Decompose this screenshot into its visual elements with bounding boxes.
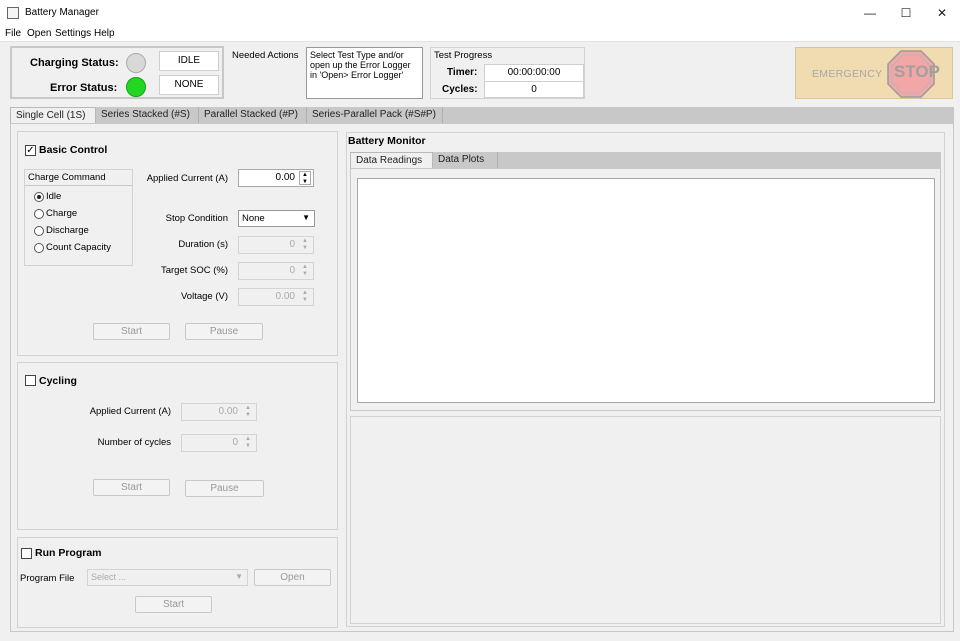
cycles-stepper-icon[interactable]: ▲ ▼ [242, 436, 254, 450]
applied-current-label: Applied Current (A) [146, 173, 228, 184]
charging-status-value: IDLE [159, 51, 219, 71]
app-icon [7, 7, 19, 19]
run-program-checkbox[interactable] [21, 548, 32, 559]
test-progress-label: Test Progress [434, 50, 493, 61]
applied-current-stepper-icon[interactable]: ▲ ▼ [299, 171, 311, 185]
duration-label: Duration (s) [178, 239, 228, 250]
target-soc-value: 0 [289, 265, 295, 276]
stop-condition-select[interactable]: None ▼ [238, 210, 315, 227]
radio-idle-label: Idle [46, 191, 62, 202]
tab-series-parallel-pack[interactable]: Series-Parallel Pack (#S#P) [307, 107, 443, 123]
open-program-button[interactable]: Open [254, 569, 331, 586]
cycling-title: Cycling [39, 375, 77, 387]
charging-status-lamp [126, 53, 146, 73]
basic-control-panel: ✓ Basic Control Charge Command Idle Char… [17, 131, 338, 356]
charge-command-group: Charge Command Idle Charge Discharge Cou… [24, 169, 133, 266]
emergency-label: EMERGENCY [812, 68, 883, 80]
cycling-start-button[interactable]: Start [93, 479, 170, 496]
voltage-stepper-icon[interactable]: ▲ ▼ [299, 290, 311, 304]
tab-single-cell[interactable]: Single Cell (1S) [10, 107, 96, 123]
needed-actions-label: Needed Actions [232, 50, 299, 61]
test-type-tab-bar: Single Cell (1S) Series Stacked (#S) Par… [10, 107, 954, 124]
monitor-tab-bar: Data Readings Data Plots [350, 152, 941, 169]
emergency-stop-button[interactable]: EMERGENCY STOP [795, 47, 953, 99]
run-program-title: Run Program [35, 547, 102, 559]
cycling-current-stepper-icon[interactable]: ▲ ▼ [242, 405, 254, 419]
radio-charge-label: Charge [46, 208, 78, 219]
tab-data-plots[interactable]: Data Plots [433, 152, 498, 168]
error-status-label: Error Status: [50, 82, 118, 94]
duration-stepper-icon[interactable]: ▲ ▼ [299, 238, 311, 252]
menu-help[interactable]: Help [94, 28, 115, 39]
target-soc-label: Target SOC (%) [160, 265, 228, 276]
chevron-down-icon: ▼ [235, 572, 243, 581]
cycling-pause-button[interactable]: Pause [185, 480, 264, 497]
close-button[interactable]: ✕ [924, 0, 960, 26]
voltage-input[interactable]: 0.00 ▲ ▼ [238, 288, 314, 306]
menu-file[interactable]: File [5, 28, 21, 39]
status-panel: Charging Status: IDLE Error Status: NONE [10, 46, 224, 99]
voltage-value: 0.00 [275, 291, 295, 302]
minimize-button[interactable]: — [852, 0, 888, 26]
stop-text: STOP [894, 62, 940, 81]
tab-data-readings[interactable]: Data Readings [350, 152, 433, 168]
basic-pause-button[interactable]: Pause [185, 323, 263, 340]
charging-status-label: Charging Status: [30, 57, 119, 69]
monitor-lower-area [350, 416, 941, 624]
error-status-value: NONE [159, 75, 219, 95]
applied-current-value: 0.00 [275, 172, 295, 183]
duration-input[interactable]: 0 ▲ ▼ [238, 236, 314, 254]
duration-value: 0 [289, 239, 295, 250]
maximize-button[interactable]: ☐ [888, 0, 924, 26]
applied-current-input[interactable]: 0.00 ▲ ▼ [238, 169, 314, 187]
target-soc-stepper-icon[interactable]: ▲ ▼ [299, 264, 311, 278]
cycling-panel: Cycling Applied Current (A) 0.00 ▲ ▼ Numb… [17, 362, 338, 530]
target-soc-input[interactable]: 0 ▲ ▼ [238, 262, 314, 280]
cycling-checkbox[interactable] [25, 375, 36, 386]
run-program-start-button[interactable]: Start [135, 596, 212, 613]
battery-monitor-title: Battery Monitor [348, 135, 426, 147]
data-readings-table [357, 178, 935, 403]
error-status-lamp [126, 77, 146, 97]
timer-label: Timer: [447, 67, 478, 78]
number-of-cycles-label: Number of cycles [97, 437, 171, 448]
voltage-label: Voltage (V) [181, 291, 228, 302]
program-file-placeholder: Select ... [91, 572, 127, 582]
program-file-label: Program File [20, 573, 75, 584]
cycles-label: Cycles: [442, 84, 478, 95]
needed-actions-text: Select Test Type and/or open up the Erro… [306, 47, 423, 99]
radio-count-capacity[interactable] [34, 243, 44, 253]
data-readings-area [350, 169, 941, 411]
battery-monitor-panel: Battery Monitor Data Readings Data Plots [346, 132, 945, 627]
menu-bar: File Open Settings Help [0, 26, 960, 42]
program-file-select[interactable]: Select ... ▼ [87, 569, 248, 586]
menu-settings[interactable]: Settings [55, 28, 91, 39]
cycling-applied-current-value: 0.00 [218, 406, 238, 417]
cycles-value: 0 [484, 81, 584, 98]
basic-control-title: Basic Control [39, 144, 108, 156]
run-program-panel: Run Program Program File Select ... ▼ Op… [17, 537, 338, 628]
radio-count-capacity-label: Count Capacity [46, 242, 111, 253]
number-of-cycles-input[interactable]: 0 ▲ ▼ [181, 434, 257, 452]
number-of-cycles-value: 0 [232, 437, 238, 448]
stop-condition-label: Stop Condition [165, 213, 228, 224]
stop-condition-value: None [242, 213, 265, 224]
radio-discharge-label: Discharge [46, 225, 89, 236]
radio-charge[interactable] [34, 209, 44, 219]
cycling-applied-current-label: Applied Current (A) [89, 406, 171, 417]
timer-value: 00:00:00:00 [484, 64, 584, 82]
chevron-down-icon: ▼ [302, 213, 310, 222]
charge-command-title: Charge Command [25, 170, 132, 186]
test-progress-panel: Test Progress Timer: 00:00:00:00 Cycles:… [430, 47, 585, 99]
basic-start-button[interactable]: Start [93, 323, 170, 340]
window-title: Battery Manager [25, 7, 99, 18]
tab-parallel-stacked[interactable]: Parallel Stacked (#P) [199, 107, 307, 123]
title-bar: Battery Manager — ☐ ✕ [0, 0, 960, 26]
tab-series-stacked[interactable]: Series Stacked (#S) [96, 107, 199, 123]
radio-discharge[interactable] [34, 226, 44, 236]
radio-idle[interactable] [34, 192, 44, 202]
basic-control-checkbox[interactable]: ✓ [25, 145, 36, 156]
menu-open[interactable]: Open [27, 28, 51, 39]
cycling-applied-current-input[interactable]: 0.00 ▲ ▼ [181, 403, 257, 421]
